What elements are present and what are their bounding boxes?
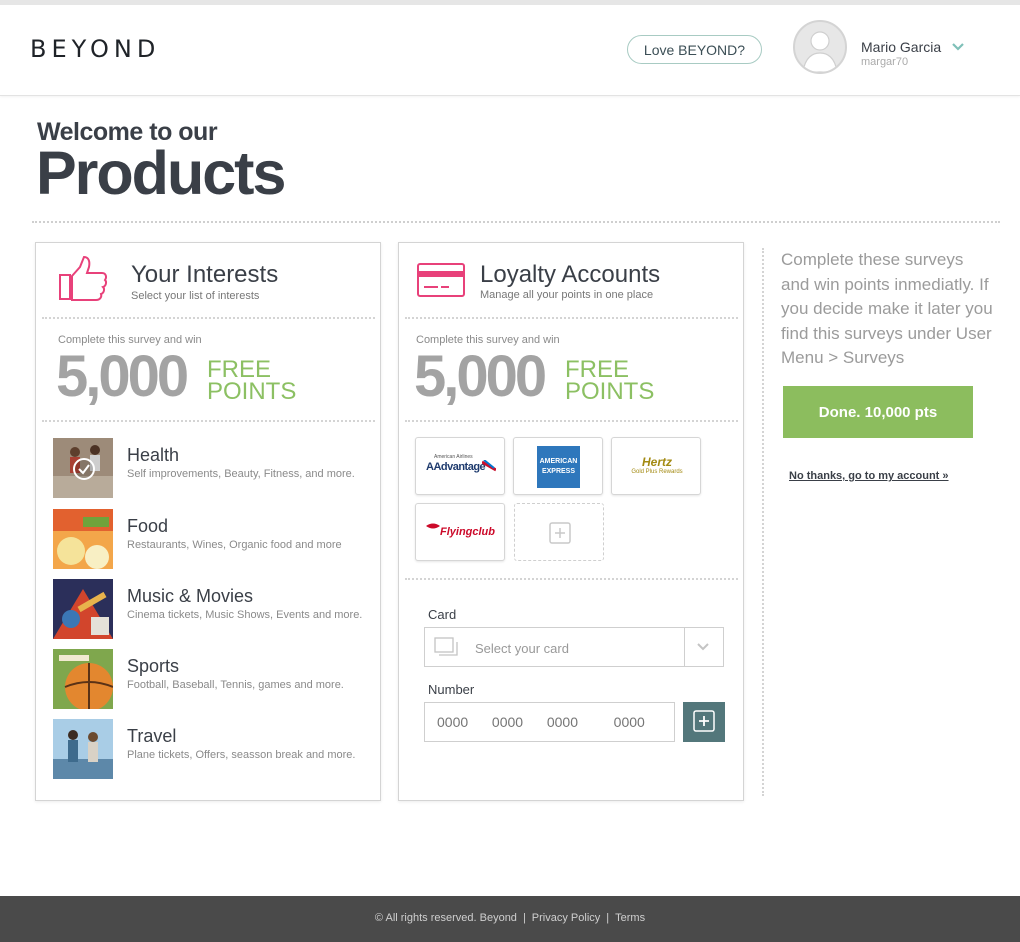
sidebar-divider: [762, 248, 764, 796]
flyingclub-logo: Flyingclub: [440, 526, 495, 538]
loyalty-card-flyingclub[interactable]: Flyingclub: [415, 503, 505, 561]
divider: [42, 420, 375, 422]
beyond-logo[interactable]: BEYOND: [30, 35, 160, 63]
plus-icon: [549, 522, 571, 544]
thumbs-up-icon: [59, 255, 108, 301]
card-select-value: Select your card: [475, 641, 569, 656]
points-amount: 5,000: [56, 344, 189, 409]
interest-desc: Football, Baseball, Tennis, games and mo…: [127, 679, 344, 691]
interests-title: Your Interests: [131, 261, 279, 288]
done-button[interactable]: Done. 10,000 pts: [783, 386, 973, 438]
divider: [405, 317, 738, 319]
chevron-down-icon[interactable]: [697, 642, 709, 652]
interest-title: Food: [127, 516, 169, 536]
music-movies-image: [53, 579, 113, 639]
interest-item-sports[interactable]: Sports Football, Baseball, Tennis, games…: [53, 649, 363, 709]
divider: [405, 420, 738, 422]
card-label: Card: [428, 607, 457, 622]
aadvantage-small-label: American Airlines: [434, 454, 473, 460]
copyright-text: © All rights reserved. Beyond: [374, 912, 517, 924]
go-to-account-link[interactable]: No thanks, go to my account »: [789, 470, 949, 482]
interests-subtitle: Select your list of interests: [131, 290, 260, 302]
amex-logo: AMERICAN EXPRESS: [537, 446, 580, 488]
loyalty-title: Loyalty Accounts: [480, 261, 661, 288]
interest-item-health[interactable]: Health Self improvements, Beauty, Fitnes…: [53, 438, 363, 498]
terms-link[interactable]: Terms: [615, 912, 645, 924]
page-title: Products: [36, 139, 286, 207]
select-divider: [684, 628, 685, 666]
love-beyond-button[interactable]: Love BEYOND?: [627, 35, 762, 64]
add-loyalty-card-button[interactable]: [514, 503, 604, 561]
loyalty-card-aadvantage[interactable]: American Airlines AAdvantage: [415, 437, 505, 495]
footer-links: © All rights reserved. Beyond | Privacy Po…: [0, 912, 1020, 924]
points-label: POINTS: [565, 378, 655, 405]
loyalty-panel: Loyalty Accounts Manage all your points …: [398, 242, 744, 801]
add-card-button[interactable]: [683, 702, 725, 742]
number-label: Number: [428, 682, 475, 697]
free-points-label: FREE POINTS: [207, 358, 297, 405]
divider: [405, 578, 738, 580]
separator: |: [522, 912, 526, 924]
interest-desc: Plane tickets, Offers, seasson break and…: [127, 749, 356, 761]
avatar[interactable]: [793, 20, 847, 74]
interest-item-travel[interactable]: Travel Plane tickets, Offers, seasson br…: [53, 719, 363, 779]
sports-image: [53, 649, 113, 709]
interest-title: Sports: [127, 656, 180, 676]
site-footer: © All rights reserved. Beyond | Privacy Po…: [0, 896, 1020, 942]
separator: |: [606, 912, 610, 924]
privacy-policy-link[interactable]: Privacy Policy: [532, 912, 600, 924]
points-amount: 5,000: [414, 344, 547, 409]
card-number-input[interactable]: [424, 702, 675, 742]
interest-desc: Cinema tickets, Music Shows, Events and …: [127, 609, 363, 621]
virgin-icon: [426, 523, 440, 529]
interests-panel: Your Interests Select your list of inter…: [35, 242, 381, 801]
interest-item-music-movies[interactable]: Music & Movies Cinema tickets, Music Sho…: [53, 579, 363, 639]
aa-eagle-icon: [482, 460, 496, 472]
user-silhouette-icon: [802, 31, 838, 72]
user-handle: margar70: [861, 56, 909, 68]
hertz-rewards-label: Gold Plus Rewards: [631, 469, 683, 475]
hertz-logo: Hertz: [641, 455, 672, 469]
sidebar-instructions: Complete these surveys and win points in…: [781, 250, 993, 367]
health-image: [53, 438, 113, 498]
interest-title: Travel: [127, 726, 177, 746]
free-points-label: FREE POINTS: [565, 358, 655, 405]
card-stack-icon: [434, 637, 458, 656]
card-select[interactable]: Select your card: [424, 627, 724, 667]
aadvantage-logo: AAdvantage: [426, 461, 486, 473]
loyalty-card-hertz[interactable]: Hertz Gold Plus Rewards: [611, 437, 701, 495]
plus-icon: [693, 709, 715, 732]
interest-desc: Self improvements, Beauty, Fitness, and …: [127, 468, 355, 480]
user-name[interactable]: Mario Garcia: [861, 39, 941, 55]
points-label: POINTS: [207, 378, 297, 405]
chevron-down-icon[interactable]: [951, 40, 965, 54]
food-image: [53, 509, 113, 569]
interest-title: Health: [127, 445, 180, 465]
loyalty-subtitle: Manage all your points in one place: [480, 289, 654, 301]
site-header: BEYOND Love BEYOND? Mario Garcia margar7…: [0, 5, 1020, 96]
selected-check-icon: [73, 458, 95, 480]
loyalty-card-amex[interactable]: AMERICAN EXPRESS: [513, 437, 603, 495]
travel-image: [53, 719, 113, 779]
interest-title: Music & Movies: [127, 586, 254, 606]
section-divider: [32, 221, 1000, 223]
interest-item-food[interactable]: Food Restaurants, Wines, Organic food an…: [53, 509, 363, 569]
divider: [42, 317, 375, 319]
credit-card-icon: [417, 263, 465, 297]
interest-desc: Restaurants, Wines, Organic food and mor…: [127, 539, 342, 551]
